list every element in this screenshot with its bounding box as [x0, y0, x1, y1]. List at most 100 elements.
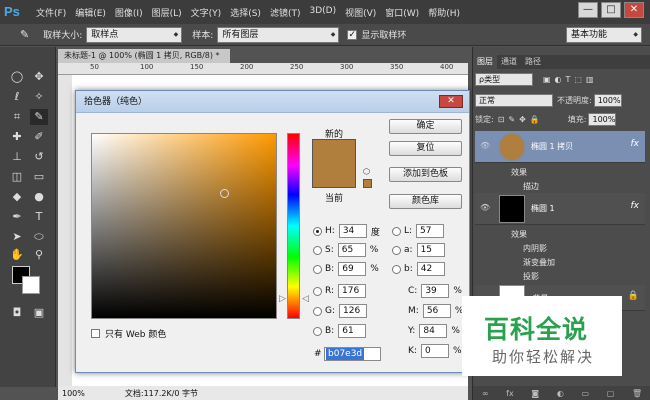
dodge-tool-icon[interactable]: ● — [30, 189, 48, 205]
menu-select[interactable]: 选择(S) — [230, 6, 261, 19]
hue-slider-right-arrow-icon[interactable]: ◁ — [302, 294, 309, 304]
show-ring-checkbox[interactable]: ✓ — [347, 29, 358, 40]
blue-input[interactable]: 61 — [338, 324, 367, 338]
current-color-swatch[interactable] — [312, 187, 356, 188]
hand-tool-icon[interactable]: ✋ — [8, 247, 26, 263]
brush-tool-icon[interactable]: ✐ — [30, 129, 48, 145]
menu-file[interactable]: 文件(F) — [36, 6, 66, 19]
reset-button[interactable]: 复位 — [389, 141, 462, 156]
color-libraries-button[interactable]: 颜色库 — [389, 194, 462, 209]
layer-row-ellipse[interactable]: 👁 椭圆 1 fx — [475, 193, 645, 225]
saturation-radio[interactable] — [313, 245, 322, 255]
healing-tool-icon[interactable]: ✚ — [8, 129, 26, 145]
brightness-radio[interactable] — [313, 264, 322, 274]
effect-gradient-overlay[interactable]: 渐变叠加 — [523, 257, 555, 268]
link-icon[interactable]: ∞ — [482, 389, 489, 398]
quick-mask-icon[interactable]: ◘ — [8, 305, 26, 321]
document-tab[interactable]: 未标题-1 @ 100% (椭圆 1 拷贝, RGB/8) * — [58, 49, 230, 63]
mask-icon[interactable]: ◙ — [531, 389, 539, 398]
folder-icon[interactable]: ▭ — [582, 389, 590, 398]
type-tool-icon[interactable]: T — [30, 209, 48, 225]
blue-radio[interactable] — [313, 326, 322, 336]
lasso-tool-icon[interactable]: ℓ — [8, 89, 26, 105]
tab-layers[interactable]: 图层 — [473, 55, 497, 69]
brightness-input[interactable]: 69 — [338, 262, 367, 276]
background-color-swatch[interactable] — [22, 276, 40, 294]
adjustment-icon[interactable]: ◐ — [557, 389, 564, 398]
lab-l-radio[interactable] — [392, 226, 401, 236]
sample-select[interactable]: 所有图层 — [217, 26, 340, 43]
magic-wand-icon[interactable]: ✧ — [30, 89, 48, 105]
eraser-tool-icon[interactable]: ◫ — [8, 169, 26, 185]
lab-b-radio[interactable] — [392, 264, 401, 274]
yellow-input[interactable]: 84 — [419, 324, 448, 338]
fx-icon[interactable]: fx — [631, 139, 640, 149]
fill-input[interactable]: 100% — [588, 113, 617, 126]
marquee-tool-icon[interactable]: ◯ — [8, 69, 26, 85]
lab-b-input[interactable]: 42 — [416, 262, 445, 276]
close-window-button[interactable]: ✕ — [624, 2, 644, 18]
magenta-input[interactable]: 56 — [422, 304, 451, 318]
gradient-tool-icon[interactable]: ▭ — [30, 169, 48, 185]
add-to-swatches-button[interactable]: 添加到色板 — [389, 167, 462, 182]
menu-view[interactable]: 视图(V) — [345, 6, 376, 19]
effect-stroke[interactable]: 描边 — [523, 181, 539, 192]
green-input[interactable]: 126 — [339, 304, 368, 318]
layer-filter-select[interactable]: ρ类型 — [475, 73, 533, 86]
menu-layer[interactable]: 图层(L) — [152, 6, 182, 19]
move-tool-icon[interactable]: ✥ — [30, 69, 48, 85]
only-web-colors-option[interactable]: 只有 Web 颜色 — [91, 327, 166, 340]
hue-slider-left-arrow-icon[interactable]: ▷ — [279, 294, 286, 304]
minimize-button[interactable]: — — [578, 2, 598, 18]
visibility-eye-icon[interactable]: 👁 — [480, 141, 490, 150]
hue-input[interactable]: 34 — [338, 224, 367, 238]
fx-icon[interactable]: fx — [631, 201, 640, 211]
fx-icon[interactable]: fx — [506, 389, 514, 398]
workspace-select[interactable]: 基本功能 — [566, 27, 642, 43]
lab-l-input[interactable]: 57 — [416, 224, 445, 238]
eyedropper-icon[interactable]: ✎ — [20, 28, 29, 41]
only-web-colors-checkbox[interactable] — [91, 329, 100, 338]
hue-slider[interactable] — [287, 133, 300, 319]
tab-paths[interactable]: 路径 — [521, 55, 545, 69]
menu-filter[interactable]: 滤镜(T) — [270, 6, 301, 19]
opacity-input[interactable]: 100% — [593, 94, 622, 107]
hue-radio[interactable] — [313, 226, 322, 236]
saturation-input[interactable]: 65 — [337, 243, 366, 257]
green-radio[interactable] — [313, 306, 322, 316]
tab-channels[interactable]: 通道 — [497, 55, 521, 69]
trash-icon[interactable]: 🗑 — [632, 389, 642, 398]
menu-window[interactable]: 窗口(W) — [385, 6, 419, 19]
red-input[interactable]: 176 — [338, 284, 367, 298]
menu-image[interactable]: 图像(I) — [115, 6, 143, 19]
lock-icons[interactable]: ⊡✎✥🔒 — [498, 115, 544, 124]
layer-row-ellipse-copy[interactable]: 👁 椭圆 1 拷贝 fx — [475, 131, 645, 163]
zoom-level[interactable]: 100% — [62, 389, 85, 398]
ellipse-tool-icon[interactable]: ⬭ — [30, 229, 48, 245]
layer-filter-icons[interactable]: ▣◐T⬚▥ — [543, 75, 598, 84]
ok-button[interactable]: 确定 — [389, 119, 462, 134]
red-radio[interactable] — [313, 286, 322, 296]
maximize-button[interactable]: □ — [601, 2, 621, 18]
path-select-icon[interactable]: ➤ — [8, 229, 26, 245]
lab-a-radio[interactable] — [392, 245, 401, 255]
sample-size-select[interactable]: 取样点 — [86, 26, 183, 43]
close-icon[interactable]: ✕ — [439, 95, 463, 108]
visibility-eye-icon[interactable]: 👁 — [480, 203, 490, 212]
new-layer-icon[interactable]: ▢ — [607, 389, 615, 398]
menu-3d[interactable]: 3D(D) — [309, 6, 336, 19]
out-of-gamut-cube-icon[interactable]: ⬡ — [363, 167, 370, 176]
screen-mode-icon[interactable]: ▣ — [30, 305, 48, 321]
blur-tool-icon[interactable]: ◆ — [8, 189, 26, 205]
cyan-input[interactable]: 39 — [421, 284, 450, 298]
effect-inner-shadow[interactable]: 内阴影 — [523, 243, 547, 254]
lab-a-input[interactable]: 15 — [416, 243, 445, 257]
menu-help[interactable]: 帮助(H) — [428, 6, 460, 19]
black-input[interactable]: 0 — [420, 344, 449, 358]
blend-mode-select[interactable]: 正常 — [475, 94, 553, 107]
zoom-tool-icon[interactable]: ⚲ — [30, 247, 48, 263]
color-field-cursor[interactable] — [220, 189, 229, 198]
hex-input[interactable]: b07e3d — [324, 347, 381, 361]
eyedropper-tool-icon[interactable]: ✎ — [30, 109, 48, 125]
color-field[interactable] — [91, 133, 277, 319]
